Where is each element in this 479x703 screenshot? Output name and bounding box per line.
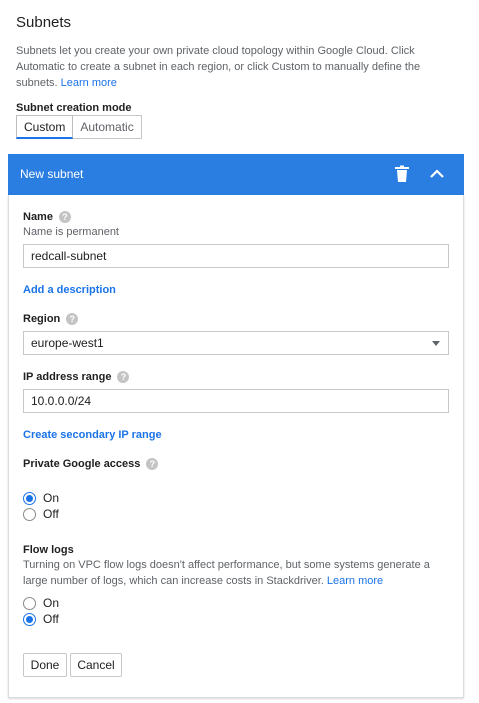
flow-logs-description: Turning on VPC flow logs doesn't affect … xyxy=(23,557,443,589)
subnet-creation-mode-toggle: Custom Automatic xyxy=(16,115,142,139)
private-access-off-label: Off xyxy=(43,507,59,521)
new-subnet-panel xyxy=(8,195,464,698)
trash-icon[interactable] xyxy=(394,165,410,183)
private-access-on-radio[interactable]: On xyxy=(23,491,59,505)
chevron-up-icon[interactable] xyxy=(428,165,446,183)
learn-more-link[interactable]: Learn more xyxy=(61,77,117,89)
name-input[interactable]: redcall-subnet xyxy=(23,244,449,268)
subnets-title: Subnets xyxy=(16,14,72,31)
private-google-access-label-text: Private Google access xyxy=(23,458,141,470)
region-label-text: Region xyxy=(23,313,61,325)
flow-logs-learn-more-link[interactable]: Learn more xyxy=(327,575,383,587)
help-icon[interactable]: ? xyxy=(66,313,79,325)
flow-logs-label: Flow logs xyxy=(23,544,74,556)
mode-automatic-button[interactable]: Automatic xyxy=(73,115,142,139)
new-subnet-header[interactable]: New subnet xyxy=(8,154,464,195)
private-google-access-label: Private Google access ? xyxy=(23,458,159,470)
region-select-value: europe-west1 xyxy=(31,336,104,350)
add-description-link[interactable]: Add a description xyxy=(23,284,116,296)
create-secondary-range-link[interactable]: Create secondary IP range xyxy=(23,429,162,441)
cancel-button[interactable]: Cancel xyxy=(70,653,122,677)
name-label: Name ? xyxy=(23,211,71,223)
region-label: Region ? xyxy=(23,313,79,325)
flow-logs-off-label: Off xyxy=(43,612,59,626)
help-icon[interactable]: ? xyxy=(58,211,71,223)
flow-logs-on-label: On xyxy=(43,596,60,610)
region-select[interactable]: europe-west1 xyxy=(23,331,449,355)
subnet-creation-mode-label: Subnet creation mode xyxy=(16,102,132,114)
help-icon[interactable]: ? xyxy=(146,458,159,470)
new-subnet-title: New subnet xyxy=(20,167,84,181)
radio-checked-icon xyxy=(23,612,36,626)
ip-range-label: IP address range ? xyxy=(23,371,130,383)
flow-logs-on-radio[interactable]: On xyxy=(23,596,59,610)
dropdown-arrow-icon xyxy=(432,341,440,346)
name-hint: Name is permanent xyxy=(23,226,119,238)
help-icon[interactable]: ? xyxy=(117,371,130,383)
subnets-description: Subnets let you create your own private … xyxy=(16,43,456,91)
radio-checked-icon xyxy=(23,491,36,505)
mode-custom-button[interactable]: Custom xyxy=(16,115,74,139)
flow-logs-off-radio[interactable]: Off xyxy=(23,612,59,626)
ip-range-input[interactable]: 10.0.0.0/24 xyxy=(23,389,449,413)
name-label-text: Name xyxy=(23,211,53,223)
ip-range-label-text: IP address range xyxy=(23,371,112,383)
done-button[interactable]: Done xyxy=(23,653,67,677)
radio-unchecked-icon xyxy=(23,507,36,521)
private-access-on-label: On xyxy=(43,491,60,505)
private-access-off-radio[interactable]: Off xyxy=(23,507,59,521)
radio-unchecked-icon xyxy=(23,596,36,610)
